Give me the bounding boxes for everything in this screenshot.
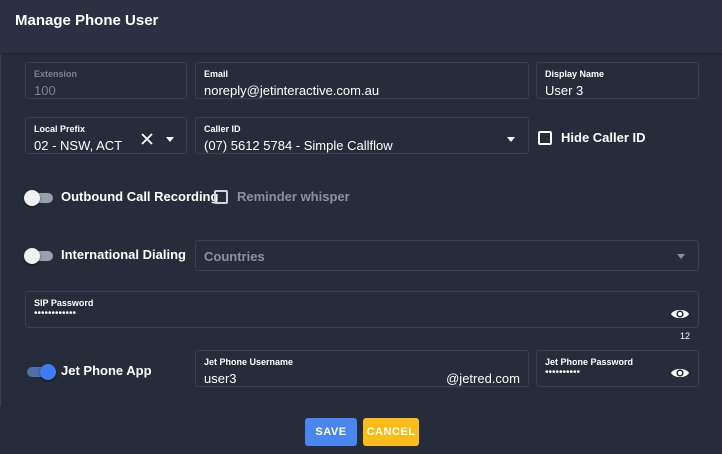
cancel-button[interactable]: CANCEL: [363, 418, 419, 446]
toggle-knob: [40, 364, 56, 380]
sip-password-field[interactable]: SIP Password ••••••••••••: [25, 291, 699, 328]
display-name-label: Display Name: [545, 69, 605, 79]
toggle-knob: [24, 190, 40, 206]
eye-icon[interactable]: [670, 307, 690, 321]
caller-id-value: (07) 5612 5784 - Simple Callflow: [204, 138, 393, 153]
display-name-field[interactable]: Display Name User 3: [536, 62, 699, 99]
hide-caller-id-label: Hide Caller ID: [561, 130, 646, 145]
email-value[interactable]: noreply@jetinteractive.com.au: [204, 83, 379, 98]
close-icon[interactable]: [140, 132, 154, 146]
local-prefix-value: 02 - NSW, ACT: [34, 138, 123, 153]
email-label: Email: [204, 69, 229, 79]
display-name-value[interactable]: User 3: [545, 83, 583, 98]
jet-phone-app-toggle[interactable]: [27, 364, 56, 380]
jet-phone-username-suffix: @jetred.com: [446, 371, 520, 386]
reminder-whisper-checkbox[interactable]: [214, 190, 228, 204]
hide-caller-id-checkbox[interactable]: [538, 131, 552, 145]
save-button[interactable]: SAVE: [305, 418, 357, 446]
jet-phone-username-field[interactable]: Jet Phone Username user3 @jetred.com: [195, 350, 529, 387]
toggle-knob: [24, 248, 40, 264]
countries-placeholder: Countries: [204, 249, 265, 264]
jet-phone-password-value[interactable]: ••••••••••: [545, 367, 580, 378]
eye-icon[interactable]: [670, 366, 690, 380]
jet-phone-username-value[interactable]: user3: [204, 371, 237, 386]
dialog-header: Manage Phone User: [0, 0, 722, 54]
sip-password-value[interactable]: ••••••••••••: [34, 308, 76, 319]
jet-phone-password-label: Jet Phone Password: [545, 357, 634, 367]
manage-phone-user-dialog: Manage Phone User Extension 100 Email no…: [0, 0, 722, 454]
extension-field: Extension 100: [25, 62, 187, 99]
reminder-whisper-label: Reminder whisper: [237, 189, 350, 204]
dialog-title: Manage Phone User: [15, 12, 159, 29]
caller-id-select[interactable]: Caller ID (07) 5612 5784 - Simple Callfl…: [195, 117, 529, 154]
international-dialing-label: International Dialing: [61, 247, 186, 262]
email-field[interactable]: Email noreply@jetinteractive.com.au: [195, 62, 529, 99]
jet-phone-username-label: Jet Phone Username: [204, 357, 294, 367]
outbound-recording-toggle[interactable]: [24, 190, 53, 206]
international-dialing-toggle[interactable]: [24, 248, 53, 264]
caller-id-label: Caller ID: [204, 124, 241, 134]
extension-label: Extension: [34, 69, 78, 79]
jet-phone-password-field[interactable]: Jet Phone Password ••••••••••: [536, 350, 699, 387]
local-prefix-label: Local Prefix: [34, 124, 86, 134]
extension-value: 100: [34, 83, 56, 98]
local-prefix-select[interactable]: Local Prefix 02 - NSW, ACT: [25, 117, 187, 154]
sip-password-counter: 12: [680, 331, 691, 341]
chevron-down-icon[interactable]: [166, 137, 174, 142]
jet-phone-app-label: Jet Phone App: [61, 363, 152, 378]
outbound-recording-label: Outbound Call Recording: [61, 189, 219, 204]
content-edge: [0, 54, 1, 406]
chevron-down-icon[interactable]: [507, 137, 515, 142]
countries-select[interactable]: Countries: [195, 240, 699, 271]
chevron-down-icon[interactable]: [677, 254, 685, 259]
sip-password-label: SIP Password: [34, 298, 94, 308]
